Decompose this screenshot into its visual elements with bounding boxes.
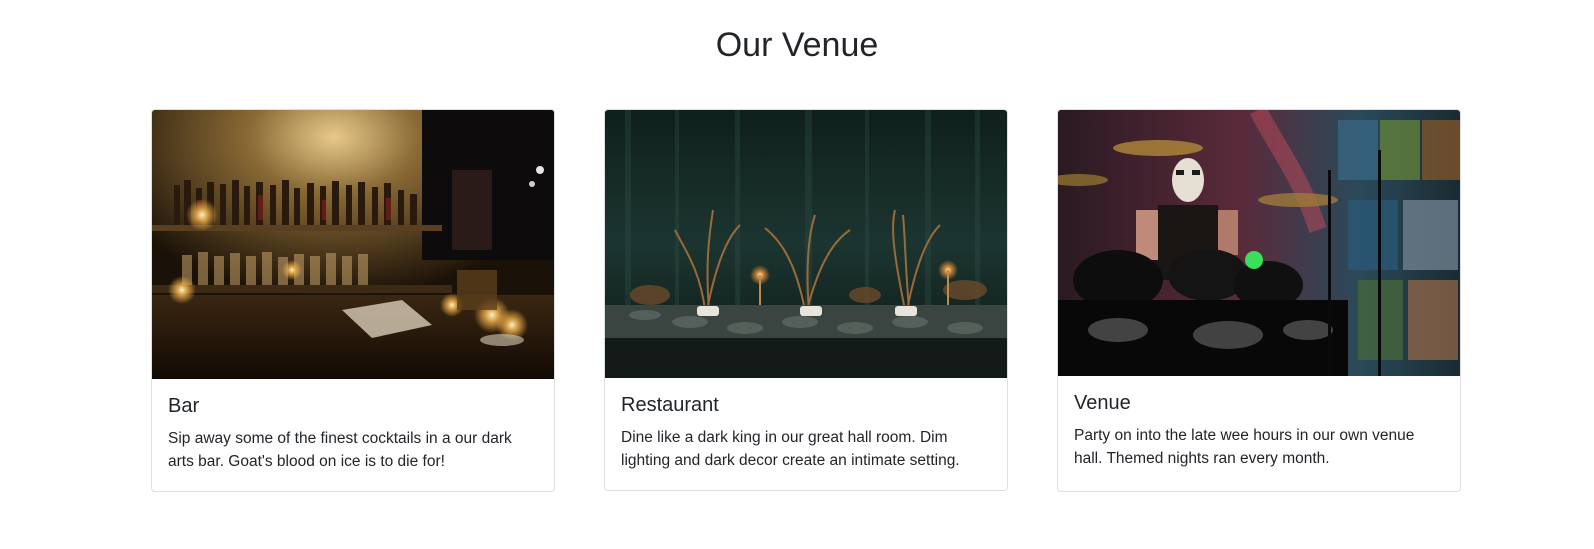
restaurant-card-body: Restaurant Dine like a dark king in our …: [605, 378, 1007, 488]
card-venue: Venue Party on into the late wee hours i…: [1057, 109, 1461, 492]
section-title: Our Venue: [715, 26, 879, 64]
venue-card-body: Venue Party on into the late wee hours i…: [1058, 376, 1460, 486]
card-bar: Bar Sip away some of the finest cocktail…: [151, 109, 555, 492]
venue-image: [1058, 110, 1460, 376]
restaurant-image: [605, 110, 1007, 378]
bar-card-title: Bar: [168, 395, 200, 417]
bar-card-body: Bar Sip away some of the finest cocktail…: [152, 379, 554, 489]
restaurant-card-text: Dine like a dark king in our great hall …: [621, 429, 960, 469]
bar-image: [152, 110, 554, 379]
card-restaurant: Restaurant Dine like a dark king in our …: [604, 109, 1008, 491]
venue-card-title: Venue: [1074, 392, 1131, 414]
restaurant-card-title: Restaurant: [621, 394, 719, 416]
bar-card-text: Sip away some of the finest cocktails in…: [168, 430, 512, 470]
venue-card-text: Party on into the late wee hours in our …: [1074, 427, 1415, 467]
